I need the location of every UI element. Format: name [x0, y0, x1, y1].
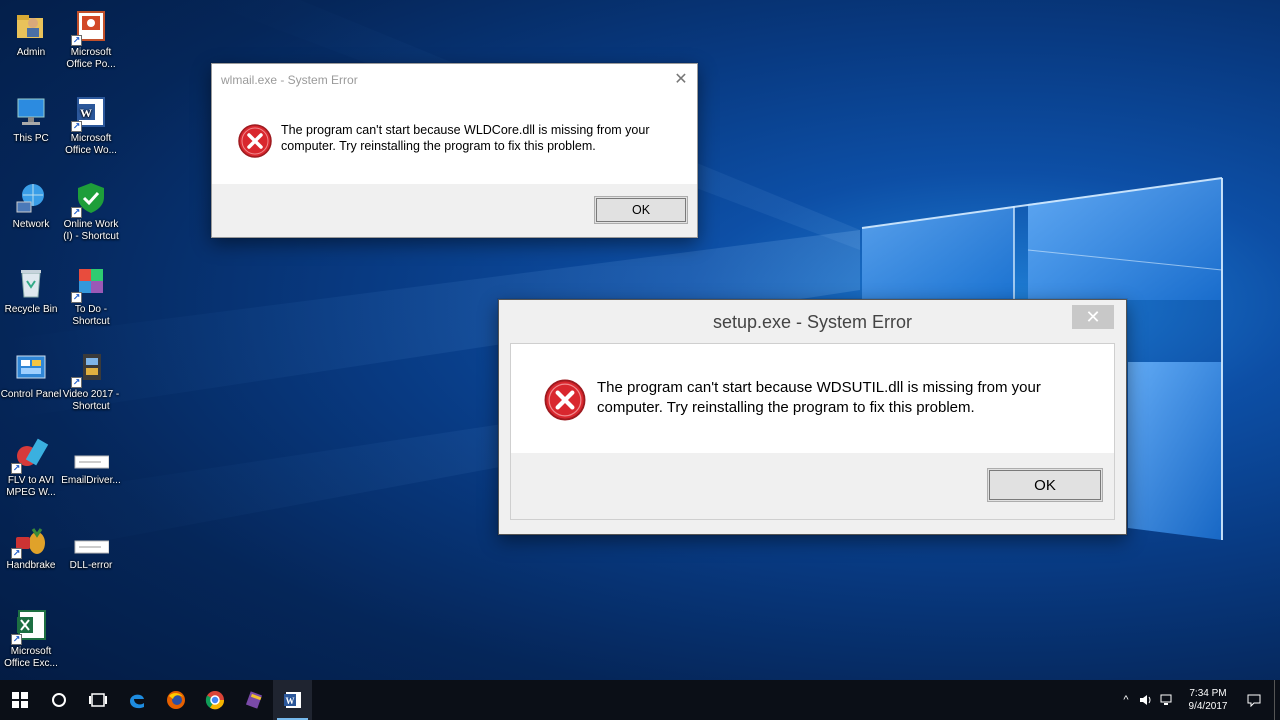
firefox-icon — [166, 691, 185, 709]
control-panel-icon — [13, 350, 49, 386]
desktop-icon-online-work[interactable]: ↗ Online Work (I) - Shortcut — [60, 180, 122, 243]
dialog-title: wlmail.exe - System Error — [221, 73, 358, 87]
word-taskbar-button[interactable]: W — [273, 680, 312, 720]
close-button[interactable]: ✕ — [671, 69, 691, 89]
shortcut-arrow-icon: ↗ — [11, 463, 22, 474]
network-globe-icon — [13, 180, 49, 216]
network-button[interactable] — [1156, 680, 1176, 720]
error-message: The program can't start because WDSUTIL.… — [597, 379, 1041, 416]
desktop-icon-recycle-bin[interactable]: Recycle Bin — [0, 265, 62, 316]
volume-icon — [1140, 695, 1151, 705]
clock-time: 7:34 PM — [1189, 688, 1227, 699]
desktop-icon-excel[interactable]: ↗ Microsoft Office Exc... — [0, 607, 62, 670]
edge-taskbar-button[interactable] — [117, 680, 156, 720]
edge-icon — [129, 694, 144, 709]
word-icon: W ↗ — [71, 94, 109, 132]
desktop-icon-video-2017[interactable]: ↗ Video 2017 - Shortcut — [60, 350, 122, 413]
firefox-taskbar-button[interactable] — [156, 680, 195, 720]
todo-app-icon: ↗ — [71, 265, 109, 303]
user-folder-icon — [13, 8, 49, 44]
network-icon — [1160, 694, 1172, 705]
svg-text:W: W — [80, 106, 92, 120]
volume-button[interactable] — [1136, 680, 1156, 720]
computer-icon — [13, 94, 49, 130]
shortcut-arrow-icon: ↗ — [11, 634, 22, 645]
desktop-icon-dll-error[interactable]: DLL-error — [60, 521, 122, 572]
tray-chevron[interactable]: ^ — [1116, 680, 1136, 720]
close-icon: ✕ — [1085, 306, 1101, 327]
clock[interactable]: 7:34 PM 9/4/2017 — [1176, 687, 1240, 713]
video-film-icon: ↗ — [71, 350, 109, 388]
system-tray: ^ 7:34 PM 9/4/2017 — [1116, 680, 1280, 720]
dialog-titlebar[interactable]: setup.exe - System Error ✕ — [499, 300, 1126, 344]
powerpoint-icon: ↗ — [71, 8, 109, 46]
excel-icon: ↗ — [11, 607, 49, 645]
cortana-icon — [51, 693, 66, 707]
desktop-icon-control-panel[interactable]: Control Panel — [0, 350, 62, 401]
word-icon: W — [283, 692, 301, 708]
error-icon — [237, 123, 273, 159]
desktop-icon-to-do[interactable]: ↗ To Do - Shortcut — [60, 265, 122, 328]
dialog-footer: OK — [212, 184, 697, 237]
screenshot-file-icon — [73, 521, 110, 557]
error-icon — [543, 378, 587, 422]
action-center-button[interactable] — [1240, 680, 1268, 720]
chevron-up-icon: ^ — [1123, 694, 1129, 706]
recycle-bin-icon — [13, 265, 49, 301]
task-view-icon — [88, 693, 107, 707]
desktop-icon-admin[interactable]: Admin — [0, 8, 62, 59]
shortcut-arrow-icon: ↗ — [71, 207, 82, 218]
shortcut-arrow-icon: ↗ — [71, 121, 82, 132]
winrar-icon — [245, 691, 262, 709]
green-shield-check-icon: ↗ — [71, 180, 109, 218]
notification-icon — [1247, 694, 1261, 707]
desktop-icon-powerpoint[interactable]: ↗ Microsoft Office Po... — [60, 8, 122, 71]
desktop-icon-network[interactable]: Network — [0, 180, 62, 231]
desktop-icon-emaildriver[interactable]: EmailDriver... — [60, 436, 122, 487]
shortcut-arrow-icon: ↗ — [71, 35, 82, 46]
chrome-taskbar-button[interactable] — [195, 680, 234, 720]
desktop-icon-handbrake[interactable]: ↗ Handbrake — [0, 521, 62, 572]
shortcut-arrow-icon: ↗ — [71, 377, 82, 388]
dialog-content: The program can't start because WLDCore.… — [212, 96, 697, 186]
desktop-icon-word[interactable]: W ↗ Microsoft Office Wo... — [60, 94, 122, 157]
ok-button[interactable]: OK — [987, 468, 1103, 502]
show-desktop-button[interactable] — [1274, 680, 1280, 720]
screenshot-file-icon — [73, 436, 110, 472]
handbrake-pineapple-icon: ↗ — [11, 521, 49, 559]
cortana-button[interactable] — [39, 680, 78, 720]
setup-error-dialog: setup.exe - System Error ✕ The program c… — [498, 299, 1127, 535]
clock-date: 9/4/2017 — [1188, 701, 1228, 712]
chrome-icon — [205, 691, 224, 710]
dialog-titlebar[interactable]: wlmail.exe - System Error ✕ — [212, 64, 697, 96]
dialog-title: setup.exe - System Error — [712, 311, 913, 332]
close-icon: ✕ — [674, 71, 688, 88]
start-icon — [11, 692, 28, 708]
dialog-footer: OK — [511, 453, 1114, 519]
shortcut-arrow-icon: ↗ — [71, 292, 82, 303]
start-button[interactable] — [0, 680, 39, 720]
shortcut-arrow-icon: ↗ — [11, 548, 22, 559]
winrar-taskbar-button[interactable] — [234, 680, 273, 720]
desktop-icon-this-pc[interactable]: This PC — [0, 94, 62, 145]
video-converter-icon: ↗ — [11, 436, 49, 474]
task-view-button[interactable] — [78, 680, 117, 720]
wlmail-error-dialog: wlmail.exe - System Error ✕ The program … — [211, 63, 698, 238]
error-message: The program can't start because WLDCore.… — [281, 123, 650, 153]
dialog-content: The program can't start because WDSUTIL.… — [511, 344, 1114, 455]
dialog-body: The program can't start because WDSUTIL.… — [510, 343, 1115, 520]
taskbar: W ^ 7:34 PM 9/4/2017 — [0, 680, 1280, 720]
ok-button[interactable]: OK — [594, 196, 688, 224]
desktop-icon-flv-to-avi[interactable]: ↗ FLV to AVI MPEG W... — [0, 436, 62, 499]
close-button[interactable]: ✕ — [1072, 305, 1114, 329]
svg-text:W: W — [285, 696, 294, 706]
